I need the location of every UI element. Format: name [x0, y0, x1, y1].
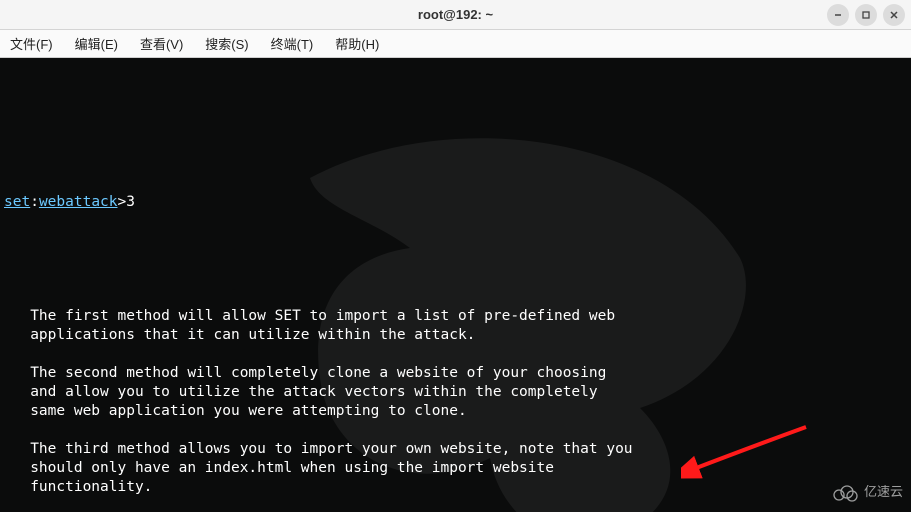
minimize-button[interactable]: [827, 4, 849, 26]
output-line: [4, 345, 907, 364]
prompt-webattack: webattack: [39, 194, 118, 210]
output-line: applications that it can utilize within …: [4, 326, 907, 345]
output-line: The second method will completely clone …: [4, 364, 907, 383]
output-line: [4, 288, 907, 307]
terminal[interactable]: set:webattack>3 The first method will al…: [0, 58, 911, 512]
user-input-1: 3: [126, 194, 135, 210]
menu-terminal[interactable]: 终端(T): [267, 32, 318, 55]
output-line: The first method will allow SET to impor…: [4, 307, 907, 326]
menu-search[interactable]: 搜索(S): [201, 32, 252, 55]
output-line: functionality.: [4, 478, 907, 497]
maximize-button[interactable]: [855, 4, 877, 26]
terminal-output: The first method will allow SET to impor…: [4, 288, 907, 512]
menu-view[interactable]: 查看(V): [136, 32, 187, 55]
menu-help[interactable]: 帮助(H): [331, 32, 383, 55]
close-button[interactable]: [883, 4, 905, 26]
window-title: root@192: ~: [0, 7, 911, 22]
output-line: same web application you were attempting…: [4, 402, 907, 421]
window-titlebar: root@192: ~: [0, 0, 911, 30]
output-line: [4, 497, 907, 512]
prompt-line-1: set:webattack>3: [4, 193, 907, 212]
menu-edit[interactable]: 编辑(E): [71, 32, 122, 55]
output-line: [4, 421, 907, 440]
prompt-set: set: [4, 194, 30, 210]
menu-file[interactable]: 文件(F): [6, 32, 57, 55]
menubar: 文件(F) 编辑(E) 查看(V) 搜索(S) 终端(T) 帮助(H): [0, 30, 911, 58]
output-line: The third method allows you to import yo…: [4, 440, 907, 459]
output-line: should only have an index.html when usin…: [4, 459, 907, 478]
output-line: and allow you to utilize the attack vect…: [4, 383, 907, 402]
window-controls: [827, 0, 905, 30]
